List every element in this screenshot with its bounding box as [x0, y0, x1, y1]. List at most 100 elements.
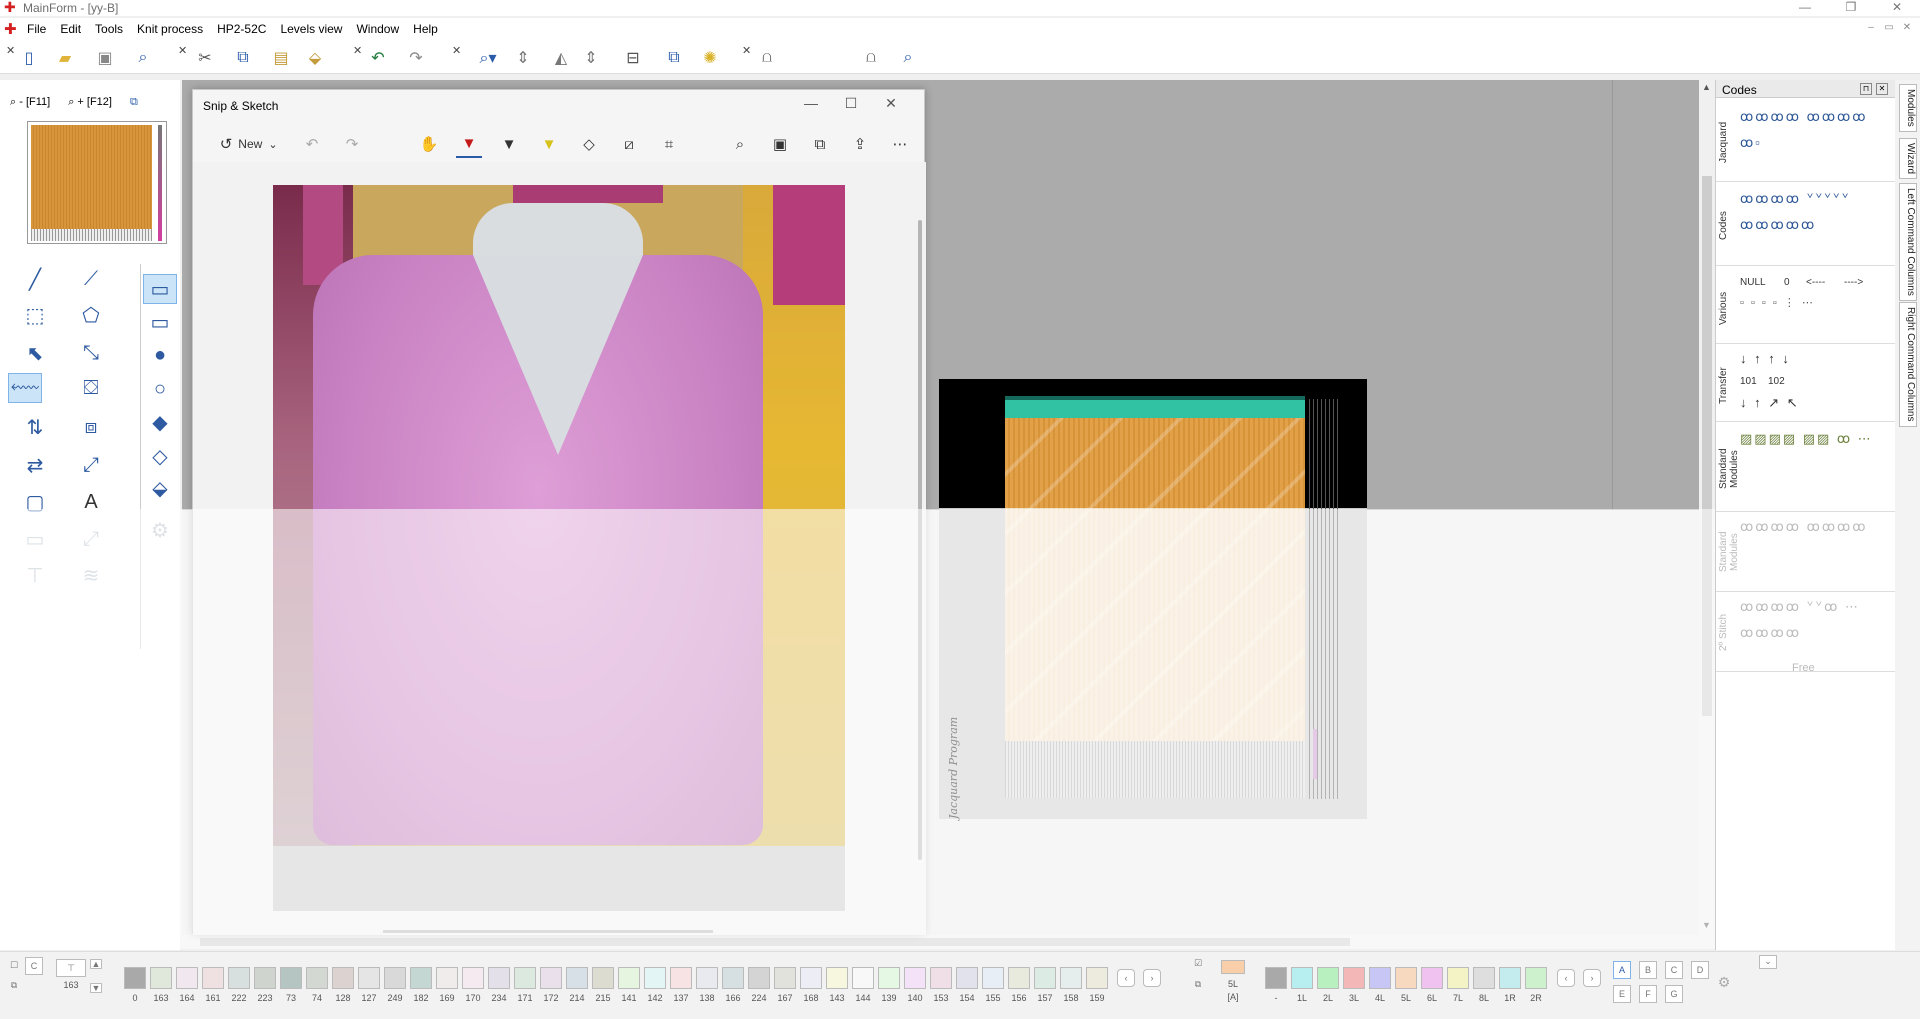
gem-icon[interactable]: ⬙	[143, 473, 177, 503]
color-swatch[interactable]	[748, 967, 770, 989]
snip-sketch-window[interactable]: Snip & Sketch — ☐ ✕ ↺ New ⌄ ↶ ↷ ✋ ▼ ▼ ▼ ◇…	[192, 89, 926, 935]
circle-filled-icon[interactable]: ●	[143, 340, 177, 370]
resize-icon[interactable]: ⬉	[18, 338, 52, 368]
snip-more-icon[interactable]: ⋯	[887, 130, 913, 158]
windows-icon[interactable]: ⧉	[130, 96, 138, 109]
measure-icon[interactable]: ⤢	[74, 524, 108, 554]
zoom-icon[interactable]: ⌕▾	[468, 46, 508, 70]
level-copy-icon[interactable]: ⧉	[1189, 976, 1207, 994]
color-swatch[interactable]	[540, 967, 562, 989]
close-button[interactable]: ✕	[1874, 0, 1920, 16]
color-swatch[interactable]	[176, 967, 198, 989]
transfer-icon[interactable]: ⇄	[18, 450, 52, 480]
jacquard-program[interactable]: Jacquard Program	[939, 379, 1367, 819]
zero-code[interactable]: 0	[1784, 277, 1790, 288]
circle-icon[interactable]: ○	[143, 374, 177, 404]
transfer-code-icons[interactable]: ↓ ↑ ↑ ↓	[1740, 346, 1892, 372]
spin-down-icon[interactable]: ▼	[90, 983, 102, 993]
layout-icon[interactable]: ⊟	[620, 46, 646, 70]
paste-icon[interactable]: ▤	[268, 46, 294, 70]
mirror-icon[interactable]: ⇅	[18, 412, 52, 442]
horizontal-scroll-thumb[interactable]	[200, 938, 1350, 946]
minimize-button[interactable]: —	[1782, 0, 1828, 16]
zoom-in-button[interactable]: ⌕ + [F12]	[68, 96, 112, 109]
snip-new-dropdown-icon[interactable]: ⌄	[263, 130, 283, 158]
color-swatch[interactable]	[358, 967, 380, 989]
snip-highlighter-icon[interactable]: ▼	[536, 130, 562, 158]
color-swatch[interactable]	[1034, 967, 1056, 989]
snip-ruler-icon[interactable]: ⧄	[616, 130, 642, 158]
undo-icon[interactable]: ↶	[365, 46, 391, 70]
level-swatch[interactable]	[1317, 967, 1339, 989]
grid-letter-button[interactable]: G	[1665, 985, 1683, 1003]
paste-special-icon[interactable]: ⬙	[302, 46, 328, 70]
level-swatch[interactable]	[1447, 967, 1469, 989]
level-swatch[interactable]	[1473, 967, 1495, 989]
level-swatch[interactable]	[1369, 967, 1391, 989]
diamond-icon[interactable]: ◆	[143, 407, 177, 437]
palette-copy-icon[interactable]: ⧉	[5, 977, 23, 995]
palette-prev-icon[interactable]: ‹	[1117, 969, 1135, 987]
pencil-icon[interactable]: ╱	[18, 264, 52, 294]
level-swatch[interactable]	[1421, 967, 1443, 989]
redo-icon[interactable]: ↷	[403, 46, 429, 70]
new-file-icon[interactable]: ▯	[16, 46, 42, 70]
color-swatch[interactable]	[280, 967, 302, 989]
tilt-icon[interactable]: ◭	[548, 46, 574, 70]
snip-touch-writing-icon[interactable]: ✋	[416, 130, 442, 158]
waves-icon[interactable]: ≋	[74, 560, 108, 590]
transfer-101[interactable]: 101	[1740, 376, 1757, 387]
tab-left-command-columns[interactable]: Left Command Columns	[1899, 183, 1917, 301]
panel-close-icon[interactable]: ✕	[1876, 83, 1888, 95]
color-swatch[interactable]	[670, 967, 692, 989]
color-swatch[interactable]	[150, 967, 172, 989]
level-swatch[interactable]	[1265, 967, 1287, 989]
level-swatch[interactable]	[1291, 967, 1313, 989]
snip-zoom-icon[interactable]: ⌕	[727, 130, 753, 158]
color-swatch[interactable]	[1008, 967, 1030, 989]
color-swatch[interactable]	[592, 967, 614, 989]
menu-help[interactable]: Help	[406, 22, 445, 36]
open-folder-icon[interactable]: ▰	[52, 46, 78, 70]
color-swatch[interactable]	[852, 967, 874, 989]
split-icon[interactable]: ⇕	[578, 46, 604, 70]
stretch-icon[interactable]: ⤢	[74, 450, 108, 480]
save-icon[interactable]: ▣	[92, 46, 118, 70]
snip-ballpoint-pen-icon[interactable]: ▼	[456, 130, 482, 158]
color-swatch[interactable]	[514, 967, 536, 989]
text-icon[interactable]: A	[74, 487, 108, 517]
menu-file[interactable]: File	[20, 22, 53, 36]
jacquard-code-icons[interactable]: ꝏꝏꝏꝏ ꝏꝏꝏꝏ ꝏ▫	[1740, 104, 1892, 156]
menu-window[interactable]: Window	[349, 22, 406, 36]
copy-icon[interactable]: ⧉	[230, 46, 256, 70]
bucket-icon[interactable]: ⛋	[74, 373, 108, 403]
template-icon[interactable]: ⊤	[18, 560, 52, 590]
horizontal-scrollbar[interactable]	[182, 935, 1699, 949]
zoom-arrows-icon[interactable]: ⇕	[510, 46, 536, 70]
color-swatch[interactable]	[202, 967, 224, 989]
current-level-swatch[interactable]	[1221, 960, 1245, 974]
rect-icon[interactable]: ▭	[143, 307, 177, 337]
snip-save-icon[interactable]: ▣	[767, 130, 793, 158]
windows-icon[interactable]: ⧉	[661, 46, 687, 70]
module-icons-2[interactable]: ꝏꝏꝏꝏ ꝏꝏꝏꝏ	[1740, 514, 1892, 540]
scale-icon[interactable]: ⤡	[74, 338, 108, 368]
menu-hp2-52c[interactable]: HP2-52C	[210, 22, 273, 36]
line-icon[interactable]: ⟋	[74, 264, 108, 294]
color-swatch[interactable]	[566, 967, 588, 989]
color-swatch[interactable]	[1060, 967, 1082, 989]
color-swatch[interactable]	[826, 967, 848, 989]
maximize-button[interactable]: ❐	[1828, 0, 1874, 16]
color-swatch[interactable]	[254, 967, 276, 989]
color-swatch[interactable]	[228, 967, 250, 989]
grid-letter-button[interactable]: C	[1665, 961, 1683, 979]
transfer-102[interactable]: 102	[1768, 376, 1785, 387]
color-swatch[interactable]	[384, 967, 406, 989]
level-swatch[interactable]	[1499, 967, 1521, 989]
settings-icon[interactable]: ⚙	[143, 515, 177, 545]
palette-next-icon[interactable]: ›	[1143, 969, 1161, 987]
level-swatch[interactable]	[1343, 967, 1365, 989]
tab-modules[interactable]: Modules	[1899, 84, 1917, 132]
level-checkbox[interactable]: ☑	[1189, 955, 1207, 973]
mdi-minimize-button[interactable]: –	[1862, 22, 1880, 33]
